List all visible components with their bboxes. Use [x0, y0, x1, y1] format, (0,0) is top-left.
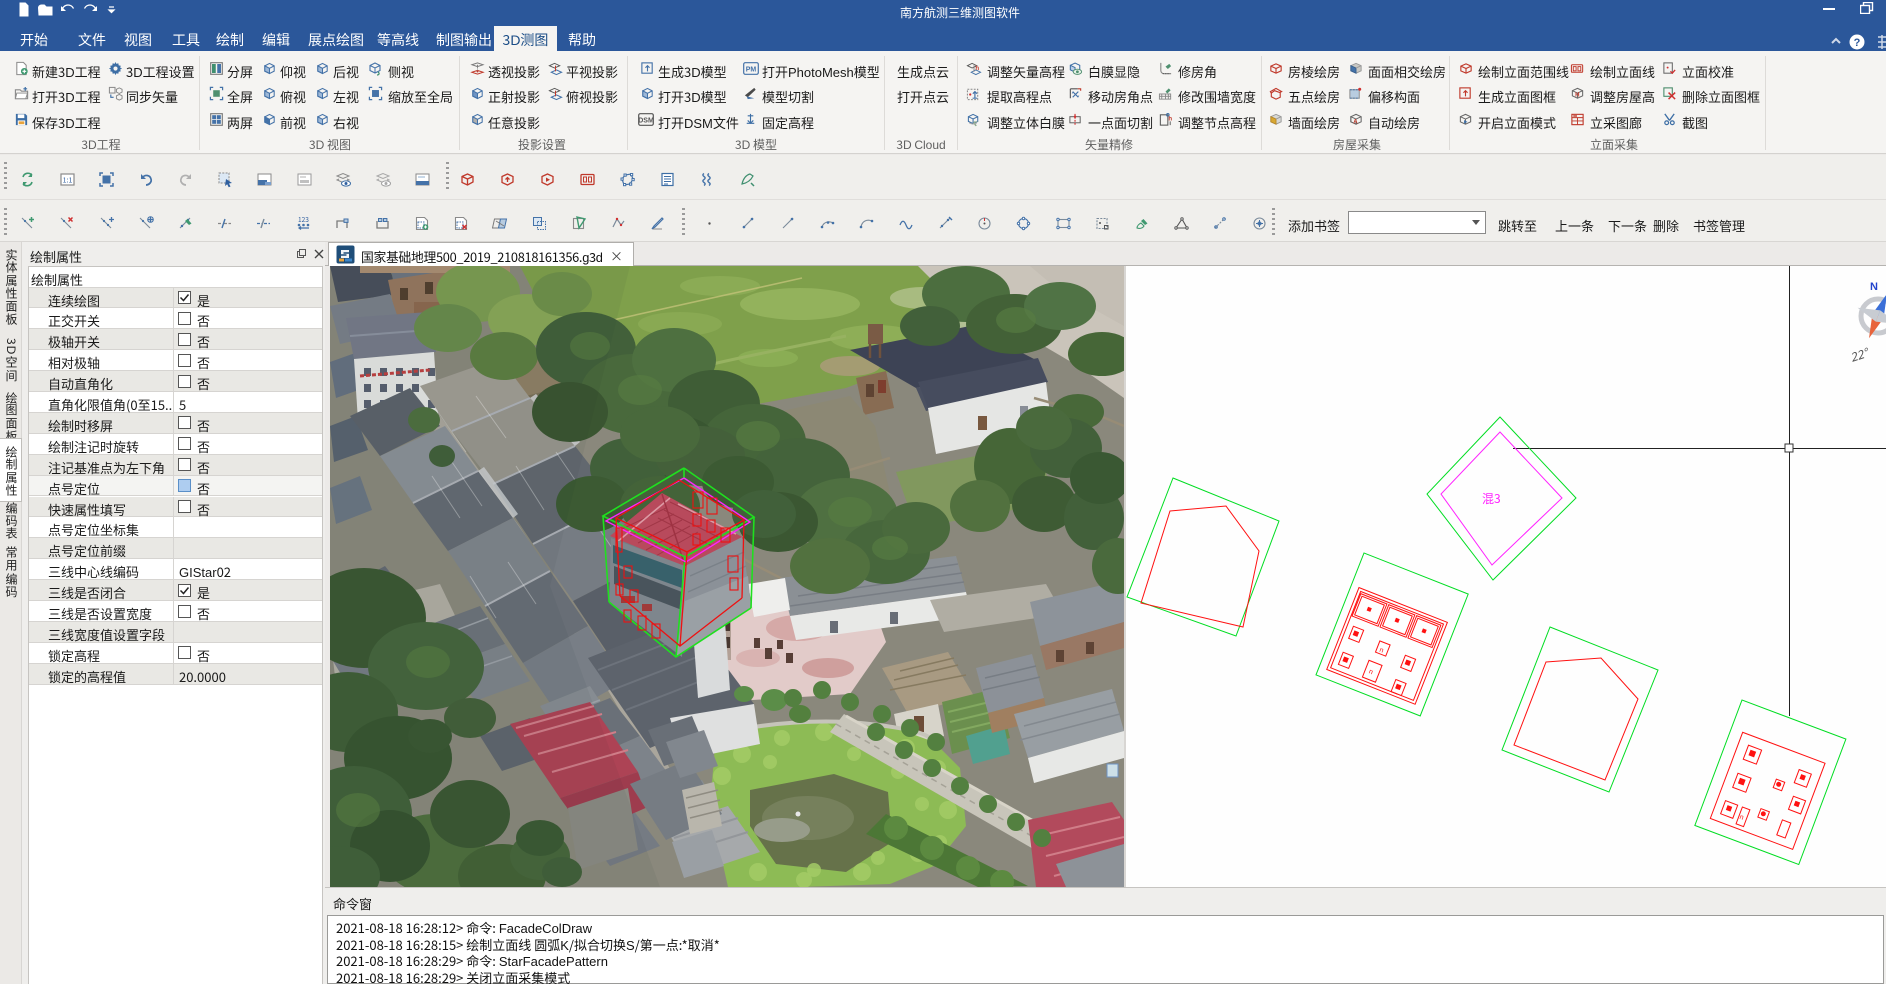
svg-text:H: H — [1575, 89, 1579, 98]
svg-text:h: h — [975, 63, 979, 72]
svg-text:A: A — [1353, 116, 1358, 125]
svg-text:混3: 混3 — [1482, 490, 1501, 507]
svg-text:DSM: DSM — [638, 116, 654, 126]
svg-text:PM: PM — [746, 65, 757, 75]
svg-text:N: N — [1870, 278, 1878, 294]
svg-text:?: ? — [1854, 34, 1861, 50]
svg-text:123: 123 — [298, 215, 309, 224]
svg-text:h: h — [1168, 113, 1172, 122]
svg-text:1:1: 1:1 — [62, 176, 72, 186]
